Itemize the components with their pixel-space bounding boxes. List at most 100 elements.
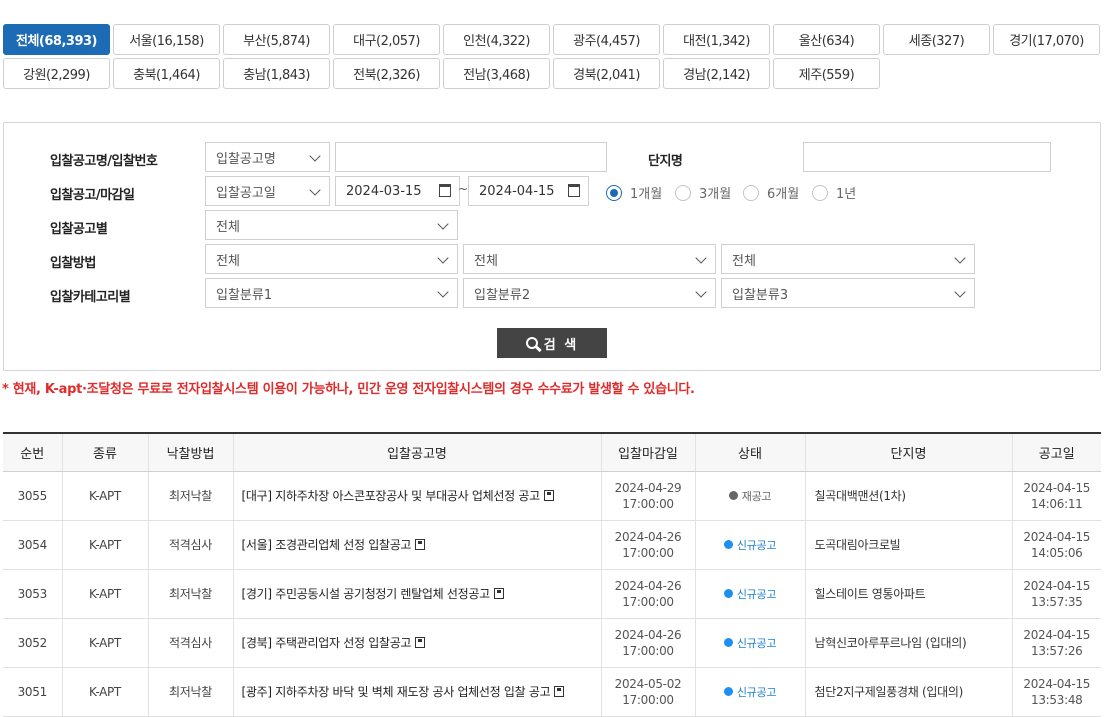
period-6m-radio[interactable]: 6개월	[743, 183, 799, 202]
region-chungbuk-button[interactable]: 충북(1,464)	[113, 58, 220, 89]
category-value: 입찰분류1	[216, 287, 273, 303]
region-gyeongbuk-button[interactable]: 경북(2,041)	[553, 58, 660, 89]
calendar-icon[interactable]	[568, 184, 580, 197]
row-deadline: 2024-04-26 17:00:00	[600, 520, 695, 570]
bid-name-input[interactable]	[335, 142, 607, 172]
period-label: 6개월	[767, 187, 800, 202]
search-button[interactable]: 검 색	[497, 328, 607, 358]
posted-date: 2024-04-15	[1023, 578, 1091, 593]
date-to-input[interactable]: 2024-04-15	[468, 176, 589, 206]
region-jeonnam-button[interactable]: 전남(3,468)	[443, 58, 550, 89]
row-title-link[interactable]: [광주] 지하주차장 바닥 및 벽체 재도장 공사 업체선정 입찰 공고	[242, 685, 551, 699]
status-badge: 신규공고	[723, 635, 777, 651]
col-posted: 공고일	[1011, 433, 1101, 472]
table-row[interactable]: 3053 K-APT 최저낙찰 [경기] 주민공동시설 공기청정기 렌탈업체 선…	[3, 569, 1101, 619]
region-sejong-button[interactable]: 세종(327)	[883, 24, 990, 55]
region-jeju-button[interactable]: 제주(559)	[773, 58, 880, 89]
row-title-link[interactable]: [경기] 주민공동시설 공기청정기 렌탈업체 선정공고	[242, 587, 491, 601]
complex-name-label: 단지명	[648, 154, 683, 169]
region-gyeonggi-button[interactable]: 경기(17,070)	[993, 24, 1100, 55]
category-select-2[interactable]: 입찰분류2	[463, 278, 716, 308]
date-to-value: 2024-04-15	[479, 183, 555, 199]
row-method: 최저낙찰	[147, 569, 233, 619]
col-no: 순번	[3, 433, 62, 472]
method-select-1[interactable]: 전체	[205, 244, 458, 274]
region-chungnam-button[interactable]: 충남(1,843)	[223, 58, 330, 89]
row-posted: 2024-04-15 14:06:11	[1011, 471, 1101, 521]
row-title-link[interactable]: [경북] 주택관리업자 선정 입찰공고	[242, 636, 412, 650]
calendar-icon[interactable]	[439, 184, 451, 197]
period-label: 3개월	[699, 187, 732, 202]
region-all-button[interactable]: 전체(68,393)	[3, 24, 110, 55]
date-from-value: 2024-03-15	[346, 183, 422, 199]
method-select-2[interactable]: 전체	[463, 244, 716, 274]
region-gangwon-button[interactable]: 강원(2,299)	[3, 58, 110, 89]
notice-type-select[interactable]: 전체	[205, 210, 458, 240]
region-ulsan-button[interactable]: 울산(634)	[773, 24, 880, 55]
deadline-time: 17:00:00	[622, 692, 674, 707]
posted-time: 14:05:06	[1031, 545, 1083, 560]
method-select-3[interactable]: 전체	[721, 244, 975, 274]
row-deadline: 2024-05-02 17:00:00	[600, 667, 695, 717]
search-panel: 입찰공고명/입찰번호 입찰공고명 단지명 입찰공고/마감일 입찰공고일 2024…	[3, 122, 1101, 371]
row-deadline: 2024-04-26 17:00:00	[600, 569, 695, 619]
chevron-down-icon	[437, 286, 449, 298]
deadline-time: 17:00:00	[622, 643, 674, 658]
region-incheon-button[interactable]: 인천(4,322)	[443, 24, 550, 55]
method-value: 전체	[732, 253, 756, 269]
row-title-link[interactable]: [대구] 지하주차장 아스콘포장공사 및 부대공사 업체선정 공고	[242, 489, 541, 503]
table-row[interactable]: 3054 K-APT 적격심사 [서울] 조경관리업체 선정 입찰공고 2024…	[3, 520, 1101, 570]
bid-method-label: 입찰방법	[50, 256, 96, 271]
date-type-select[interactable]: 입찰공고일	[205, 176, 330, 206]
category-select-3[interactable]: 입찰분류3	[721, 278, 975, 308]
region-gyeongnam-button[interactable]: 경남(2,142)	[663, 58, 770, 89]
posted-time: 13:57:35	[1031, 594, 1083, 609]
category-select-1[interactable]: 입찰분류1	[205, 278, 458, 308]
date-from-input[interactable]: 2024-03-15	[335, 176, 460, 206]
table-row[interactable]: 3051 K-APT 최저낙찰 [광주] 지하주차장 바닥 및 벽체 재도장 공…	[3, 667, 1101, 717]
period-3m-radio[interactable]: 3개월	[675, 183, 731, 202]
row-deadline: 2024-04-29 17:00:00	[600, 471, 695, 521]
period-1m-radio[interactable]: 1개월	[606, 183, 662, 202]
region-gwangju-button[interactable]: 광주(4,457)	[553, 24, 660, 55]
region-busan-button[interactable]: 부산(5,874)	[223, 24, 330, 55]
region-daejeon-button[interactable]: 대전(1,342)	[663, 24, 770, 55]
row-title-link[interactable]: [서울] 조경관리업체 선정 입찰공고	[242, 538, 412, 552]
status-dot-icon	[723, 687, 733, 696]
complex-name-input[interactable]	[803, 142, 1051, 172]
posted-time: 14:06:11	[1031, 496, 1083, 511]
region-daegu-button[interactable]: 대구(2,057)	[333, 24, 440, 55]
category-value: 입찰분류2	[474, 287, 531, 303]
row-title-cell: [경기] 주민공동시설 공기청정기 렌탈업체 선정공고	[232, 569, 601, 619]
table-header: 순번 종류 낙찰방법 입찰공고명 입찰마감일 상태 단지명 공고일	[3, 433, 1101, 472]
posted-date: 2024-04-15	[1023, 529, 1091, 544]
deadline-date: 2024-04-26	[614, 627, 682, 642]
col-title: 입찰공고명	[232, 433, 601, 472]
posted-time: 13:53:48	[1031, 692, 1083, 707]
notice-type-label: 입찰공고별	[50, 222, 108, 237]
name-type-select[interactable]: 입찰공고명	[205, 142, 330, 172]
posted-time: 13:57:26	[1031, 643, 1083, 658]
row-method: 최저낙찰	[147, 471, 233, 521]
status-label: 신규공고	[736, 636, 777, 650]
status-dot-icon	[728, 491, 738, 500]
period-1y-radio[interactable]: 1년	[812, 183, 856, 202]
save-icon	[554, 686, 565, 697]
save-icon	[543, 490, 554, 501]
col-deadline: 입찰마감일	[600, 433, 695, 472]
table-row[interactable]: 3055 K-APT 최저낙찰 [대구] 지하주차장 아스콘포장공사 및 부대공…	[3, 471, 1101, 521]
region-seoul-button[interactable]: 서울(16,158)	[113, 24, 220, 55]
row-complex: 칠곡대백맨션(1차)	[804, 471, 1012, 521]
row-status: 신규공고	[694, 520, 805, 570]
method-value: 전체	[474, 253, 498, 269]
region-jeonbuk-button[interactable]: 전북(2,326)	[333, 58, 440, 89]
row-status: 신규공고	[694, 667, 805, 717]
deadline-time: 17:00:00	[622, 545, 674, 560]
table-row[interactable]: 3052 K-APT 적격심사 [경북] 주택관리업자 선정 입찰공고 2024…	[3, 618, 1101, 668]
row-title-cell: [광주] 지하주차장 바닥 및 벽체 재도장 공사 업체선정 입찰 공고	[232, 667, 601, 717]
bid-table: 순번 종류 낙찰방법 입찰공고명 입찰마감일 상태 단지명 공고일 3055 K…	[3, 432, 1101, 717]
row-title-cell: [서울] 조경관리업체 선정 입찰공고	[232, 520, 601, 570]
period-label: 1년	[836, 187, 857, 202]
row-no: 3052	[3, 618, 62, 668]
status-badge: 신규공고	[723, 537, 776, 553]
